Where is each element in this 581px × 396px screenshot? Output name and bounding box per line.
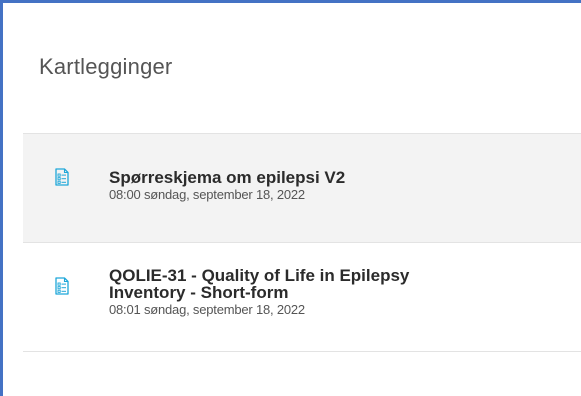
list-item-text: Spørreskjema om epilepsi V2 08:00 søndag… (109, 169, 569, 202)
document-checklist-icon (55, 168, 69, 186)
list-item-date: 08:01 søndag, september 18, 2022 (109, 302, 305, 317)
panel-title: Kartlegginger (39, 54, 173, 79)
survey-panel: Kartlegginger Spørreskjema om epilepsi V… (0, 0, 581, 396)
list-item-title-line2: Inventory - Short-form (109, 283, 289, 302)
list-item-text: QOLIE-31 - Quality of Life in Epilepsy I… (109, 267, 569, 317)
list-item-qolie-31[interactable]: QOLIE-31 - Quality of Life in Epilepsy I… (23, 243, 581, 352)
survey-list: Spørreskjema om epilepsi V2 08:00 søndag… (23, 133, 581, 352)
document-checklist-icon (55, 277, 69, 295)
list-item-spørreskjema-epilepsi[interactable]: Spørreskjema om epilepsi V2 08:00 søndag… (23, 134, 581, 243)
list-item-title-line1: QOLIE-31 - Quality of Life in Epilepsy (109, 266, 410, 285)
list-item-date: 08:00 søndag, september 18, 2022 (109, 187, 305, 202)
list-item-title: Spørreskjema om epilepsi V2 (109, 168, 346, 187)
